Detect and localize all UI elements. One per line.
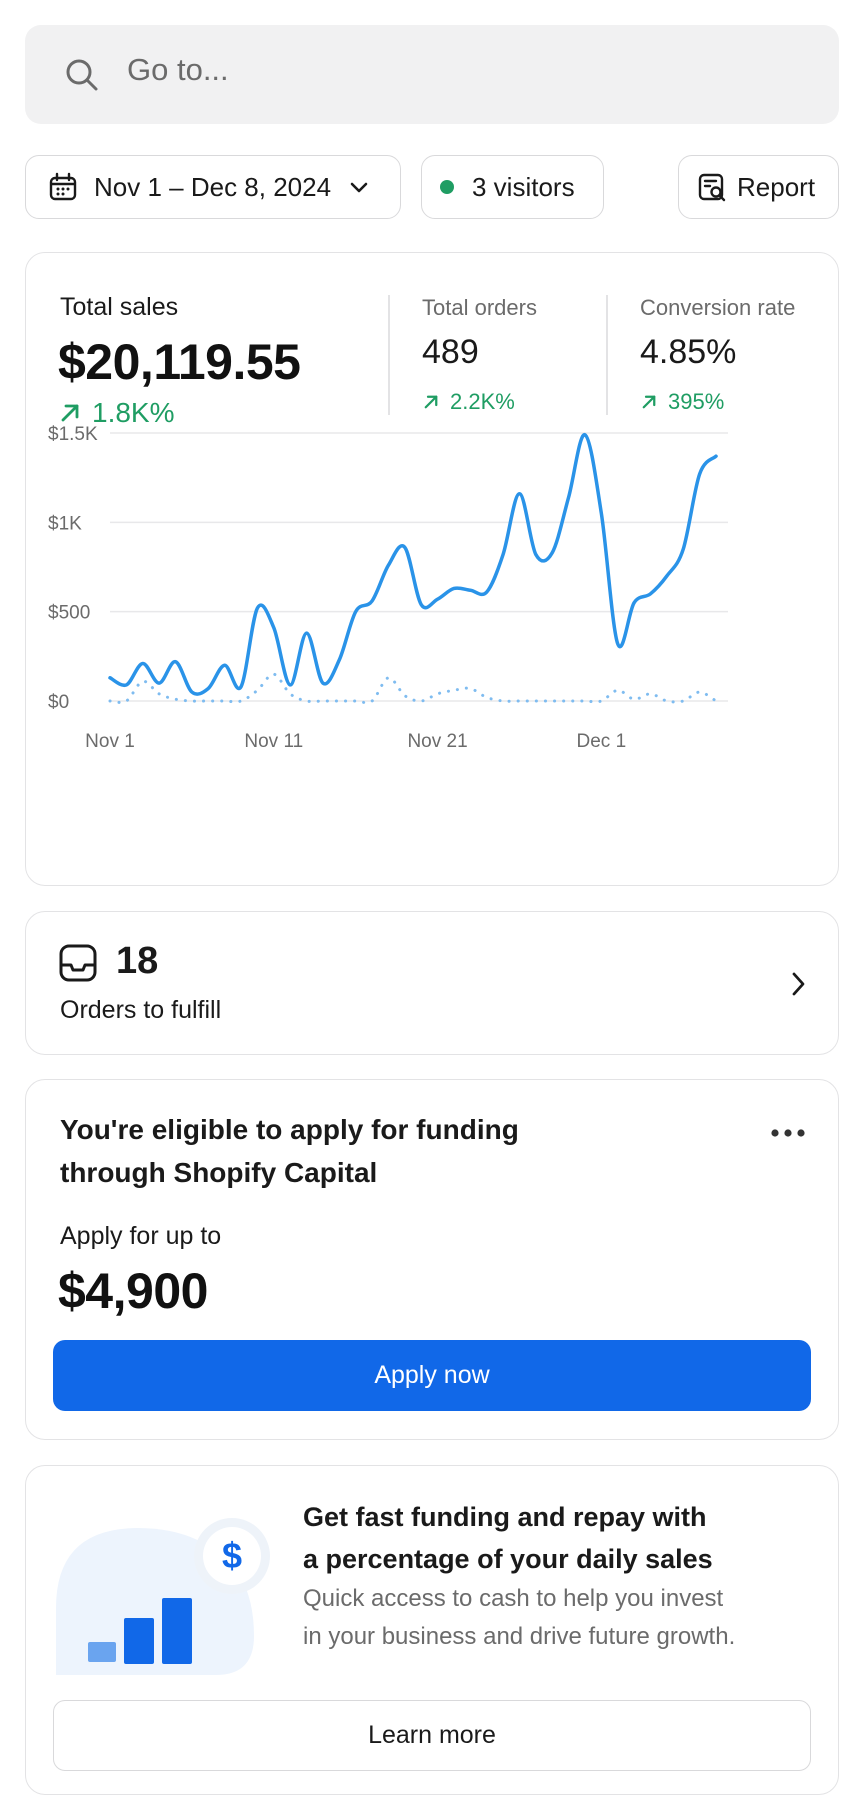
promo-description-line: Quick access to cash to help you invest [303,1585,724,1612]
inbox-icon [59,944,97,982]
apply-now-button[interactable]: Apply now [53,1340,811,1411]
y-tick-label: $1.5K [48,424,98,445]
x-tick-label: Nov 11 [244,731,303,752]
live-visitors-button[interactable]: 3 visitors [421,155,604,219]
calendar-icon [49,172,77,201]
growth-illustration [56,1518,270,1675]
funding-title-line: through Shopify Capital [60,1157,378,1188]
funding-amount: $4,900 [58,1263,208,1319]
orders-label: Orders to fulfill [60,996,222,1024]
promo-description: Quick access to cash to help you invest … [303,1580,735,1656]
funding-promo-card: $ Get fast funding and repay with a perc… [25,1465,839,1795]
comparison-series-line [108,672,718,705]
y-tick-label: $500 [48,603,90,624]
dollar-icon: $ [221,1535,243,1576]
date-range-picker[interactable]: Nov 1 – Dec 8, 2024 [25,155,401,219]
apply-limit-label: Apply for up to [60,1222,222,1250]
x-tick-label: Nov 1 [85,731,135,752]
search-bar[interactable]: Go to... [25,25,839,124]
date-range-label: Nov 1 – Dec 8, 2024 [94,171,332,202]
orders-to-fulfill-card[interactable]: 18 Orders to fulfill [25,911,839,1055]
x-tick-label: Nov 21 [407,731,467,752]
report-button[interactable]: Report [678,155,839,219]
y-tick-label: $0 [48,692,69,713]
x-tick-label: Dec 1 [577,731,627,752]
search-input[interactable]: Go to... [127,52,229,88]
live-dot-icon [440,180,454,194]
funding-title: You're eligible to apply for funding thr… [60,1108,519,1194]
chevron-right-icon [792,972,805,996]
sales-line-chart: $1.5K $1K $500 $0 Nov 1 Nov 11 Nov 21 Dec 1 [48,424,728,752]
promo-title: Get fast funding and repay with a percen… [303,1496,713,1580]
shopify-capital-card: You're eligible to apply for funding thr… [25,1079,839,1440]
orders-count: 18 [116,940,159,982]
promo-description-line: in your business and drive future growth… [303,1623,736,1650]
sales-overview-card: Total sales $20,119.55 1.8K% Total order… [25,252,839,886]
report-label: Report [737,171,816,202]
sales-series-line [108,433,718,696]
learn-more-button[interactable]: Learn more [53,1700,811,1771]
visitors-label: 3 visitors [472,171,575,202]
search-icon [66,59,98,91]
promo-title-line: Get fast funding and repay with [303,1502,707,1532]
y-tick-label: $1K [48,513,82,534]
funding-title-line: You're eligible to apply for funding [60,1114,519,1145]
promo-title-line: a percentage of your daily sales [303,1544,713,1574]
chevron-down-icon [350,182,368,193]
more-options-icon[interactable] [770,1128,806,1138]
report-icon [698,173,726,202]
